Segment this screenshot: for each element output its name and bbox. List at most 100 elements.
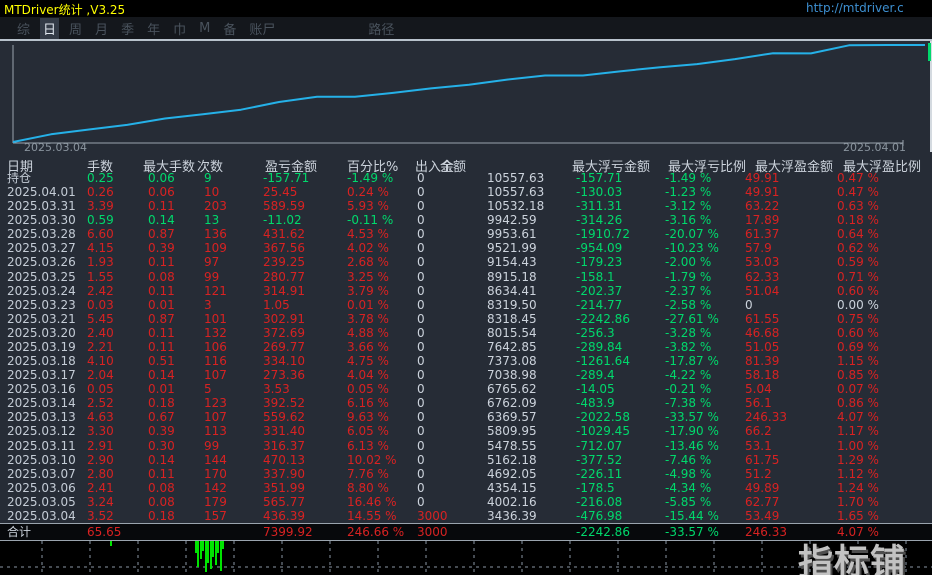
cell-maxlots: 0.06 <box>148 185 175 200</box>
cell-mfppct: 0.75 % <box>837 311 879 326</box>
cell-balance: 3436.39 <box>487 508 537 523</box>
cell-count: 157 <box>204 508 227 523</box>
menu-item-7[interactable]: M <box>196 20 213 37</box>
table-row[interactable]: 2025.03.04 3.52 0.18 157 436.39 14.55 % 3000 34… <box>0 509 932 523</box>
table-row[interactable]: 2025.03.25 1.55 0.08 99 280.77 3.25 % 0 8915.18… <box>0 270 932 284</box>
vendor-url-link[interactable]: http://mtdriver.c <box>806 1 932 15</box>
cell-plpct: 2.68 % <box>347 255 389 270</box>
cell-lots: 4.63 <box>87 410 114 425</box>
table-row[interactable]: 2025.03.20 2.40 0.11 132 372.69 4.88 % 0 8015.5… <box>0 326 932 340</box>
cell-plpct: 0.05 % <box>347 382 389 397</box>
total-cell-plpct: 246.66 % <box>347 525 405 539</box>
table-row[interactable]: 2025.03.31 3.39 0.11 203 589.59 5.93 % 0 10532.… <box>0 199 932 213</box>
cell-balance: 5478.55 <box>487 438 537 453</box>
cell-mfppct: 1.70 % <box>837 494 879 509</box>
table-row[interactable]: 2025.03.21 5.45 0.87 101 302.91 3.78 % 0 8318.4… <box>0 312 932 326</box>
menu-item-3[interactable]: 月 <box>92 18 111 39</box>
cell-date: 2025.03.12 <box>7 424 76 439</box>
cell-mflpct: -4.98 % <box>665 466 712 481</box>
cell-plpct: 0.24 % <box>347 185 389 200</box>
table-row[interactable]: 2025.03.19 2.21 0.11 106 269.77 3.66 % 0 7642.8… <box>0 340 932 354</box>
cell-mfppct: 0.64 % <box>837 227 879 242</box>
cell-count: 142 <box>204 480 227 495</box>
cell-mfl: -954.09 <box>576 241 623 256</box>
table-row[interactable]: 持仓 0.25 0.06 9 -157.71 -1.49 % 0 10557.63 -157.7… <box>0 171 932 185</box>
cell-mfppct: 0.60 % <box>837 283 879 298</box>
cell-plpct: 4.75 % <box>347 354 389 369</box>
cell-mfppct: 4.07 % <box>837 410 879 425</box>
cell-lots: 2.04 <box>87 368 114 383</box>
cell-balance: 4002.16 <box>487 494 537 509</box>
cell-mflpct: -1.79 % <box>665 269 712 284</box>
cell-mfppct: 1.29 % <box>837 452 879 467</box>
table-row[interactable]: 2025.03.23 0.03 0.01 3 1.05 0.01 % 0 8319.50 -21… <box>0 298 932 312</box>
table-row[interactable]: 2025.03.12 3.30 0.39 113 331.40 6.05 % 0 5809.9… <box>0 424 932 438</box>
table-row[interactable]: 2025.03.06 2.41 0.08 142 351.99 8.80 % 0 4354.1… <box>0 481 932 495</box>
cell-count: 107 <box>204 410 227 425</box>
cell-plpct: 5.93 % <box>347 199 389 214</box>
table-body: 持仓 0.25 0.06 9 -157.71 -1.49 % 0 10557.63 -157.7… <box>0 171 932 523</box>
cell-mflpct: -3.28 % <box>665 325 712 340</box>
cell-balance: 7373.08 <box>487 354 537 369</box>
cell-plpct: 14.55 % <box>347 508 397 523</box>
cell-date: 2025.03.17 <box>7 368 76 383</box>
cell-mfp: 46.68 <box>745 325 780 340</box>
cell-pl: 565.77 <box>263 494 305 509</box>
cell-lots: 1.93 <box>87 255 114 270</box>
table-row[interactable]: 2025.03.24 2.42 0.11 121 314.91 3.79 % 0 8634.4… <box>0 284 932 298</box>
cell-plpct: 4.02 % <box>347 241 389 256</box>
cell-mflpct: -5.85 % <box>665 494 712 509</box>
menu-item-1[interactable]: 日 <box>40 17 60 39</box>
cell-date: 2025.03.27 <box>7 241 76 256</box>
cell-inout: 0 <box>417 452 425 467</box>
table-row[interactable]: 2025.03.16 0.05 0.01 5 3.53 0.05 % 0 6765.62 -14… <box>0 382 932 396</box>
cell-pl: 337.90 <box>263 466 305 481</box>
cell-date: 2025.03.23 <box>7 297 76 312</box>
cell-mflpct: -17.90 % <box>665 424 719 439</box>
cell-count: 106 <box>204 339 227 354</box>
menu-item-9[interactable]: 账尸 <box>246 18 278 39</box>
cell-inout: 0 <box>417 255 425 270</box>
cell-balance: 9942.59 <box>487 213 537 228</box>
table-row[interactable]: 2025.03.18 4.10 0.51 116 334.10 4.75 % 0 7373.0… <box>0 354 932 368</box>
cell-mfp: 246.33 <box>745 410 787 425</box>
table-row[interactable]: 2025.03.13 4.63 0.67 107 559.62 9.63 % 0 6369.5… <box>0 410 932 424</box>
cell-mflpct: -17.87 % <box>665 354 719 369</box>
cell-plpct: 7.76 % <box>347 466 389 481</box>
cell-mfl: -14.05 <box>576 382 615 397</box>
table-row[interactable]: 2025.03.07 2.80 0.11 170 337.90 7.76 % 0 4692.0… <box>0 467 932 481</box>
cell-mfl: -214.77 <box>576 297 623 312</box>
cell-count: 10 <box>204 185 220 200</box>
cell-pl: 3.53 <box>263 382 290 397</box>
table-row[interactable]: 2025.03.17 2.04 0.14 107 273.36 4.04 % 0 7038.9… <box>0 368 932 382</box>
cell-count: 132 <box>204 325 227 340</box>
table-row[interactable]: 2025.03.30 0.59 0.14 13 -11.02 -0.11 % 0 9942.5… <box>0 213 932 227</box>
cell-balance: 8634.41 <box>487 283 537 298</box>
cell-count: 123 <box>204 396 227 411</box>
menu-item-path[interactable]: 路径 <box>365 18 397 39</box>
table-row[interactable]: 2025.03.26 1.93 0.11 97 239.25 2.68 % 0 9154.43… <box>0 255 932 269</box>
cell-maxlots: 0.08 <box>148 494 175 509</box>
cell-lots: 3.39 <box>87 199 114 214</box>
table-row[interactable]: 2025.03.05 3.24 0.08 179 565.77 16.46 % 0 4002.… <box>0 495 932 509</box>
menu-item-6[interactable]: 巾 <box>170 18 189 39</box>
cell-count: 13 <box>204 213 220 228</box>
menu-item-0[interactable]: 综 <box>14 18 33 39</box>
cell-count: 101 <box>204 311 227 326</box>
menu-item-4[interactable]: 季 <box>118 18 137 39</box>
cell-mfp: 0 <box>745 297 753 312</box>
menu-item-8[interactable]: 备 <box>220 18 239 39</box>
table-row[interactable]: 2025.03.11 2.91 0.30 99 316.37 6.13 % 0 5478.55… <box>0 439 932 453</box>
table-row[interactable]: 2025.03.10 2.90 0.14 144 470.13 10.02 % 0 5162.… <box>0 453 932 467</box>
cell-count: 136 <box>204 227 227 242</box>
cell-date: 2025.03.31 <box>7 199 76 214</box>
cell-lots: 2.52 <box>87 396 114 411</box>
table-row[interactable]: 2025.03.27 4.15 0.39 109 367.56 4.02 % 0 9521.9… <box>0 241 932 255</box>
table-row[interactable]: 2025.03.28 6.60 0.87 136 431.62 4.53 % 0 9953.6… <box>0 227 932 241</box>
table-row[interactable]: 2025.04.01 0.26 0.06 10 25.45 0.24 % 0 10557.63… <box>0 185 932 199</box>
cell-balance: 5809.95 <box>487 424 537 439</box>
menu-item-5[interactable]: 年 <box>144 18 163 39</box>
table-row[interactable]: 2025.03.14 2.52 0.18 123 392.52 6.16 % 0 6762.0… <box>0 396 932 410</box>
menu-item-2[interactable]: 周 <box>66 18 85 39</box>
cell-inout: 0 <box>417 213 425 228</box>
